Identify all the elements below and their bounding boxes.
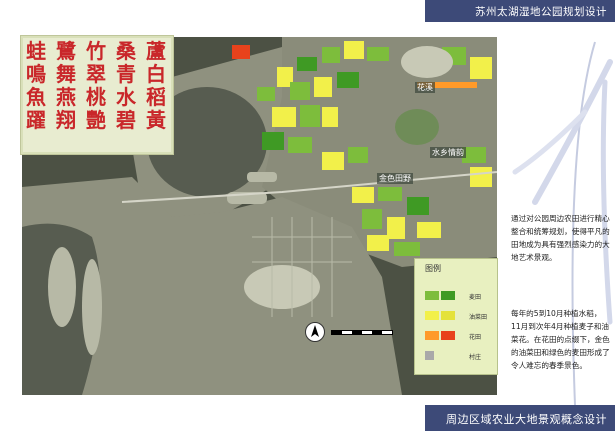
legend-swatch-flower (425, 331, 455, 340)
north-arrow-icon (305, 322, 325, 342)
description-paragraph-2: 每年的5到10月种植水稻，11月到次年4月种植麦子和油菜花。在花田的点缀下，金色… (511, 309, 610, 370)
legend-label-village: 村庄 (469, 354, 482, 361)
poem-char: 青 (116, 62, 136, 86)
poem-char: 桑 (116, 39, 136, 63)
poem-char: 蘆 (146, 39, 166, 63)
map-label-jinse: 金色田野 (377, 173, 413, 184)
legend-swatch-wheat (425, 291, 455, 300)
scale-bar (331, 330, 393, 335)
legend-label-wheat: 麦田 (469, 294, 482, 301)
poem-poster: 蘆 白 稻 黃 桑 青 水 碧 竹 翠 桃 艷 鷺 舞 燕 翔 蛙 鳴 魚 躍 (20, 35, 174, 155)
poem-column-2: 桑 青 水 碧 (113, 40, 139, 132)
legend-label-flower: 花田 (469, 334, 482, 341)
poem-char: 鳴 (26, 62, 46, 86)
poem-column-5: 蛙 鳴 魚 躍 (23, 40, 49, 132)
poem-char: 艷 (86, 108, 106, 132)
description-paragraph-1: 通过对公园周边农田进行精心整合和统筹规划，使得平凡的田地成为具有强烈感染力的大地… (511, 214, 610, 262)
map-label-huaxi: 花溪 (415, 82, 435, 93)
poem-char: 翠 (86, 62, 106, 86)
poem-char: 翔 (56, 108, 76, 132)
map-legend: 图例 麦田 油菜田 花田 村庄 (414, 258, 498, 375)
poem-column-3: 竹 翠 桃 艷 (83, 40, 109, 132)
map-label-shuixiang: 水乡情韵 (430, 147, 466, 158)
footer-bar: 周边区域农业大地景观概念设计 (425, 405, 615, 431)
poem-char: 黃 (146, 108, 166, 132)
legend-title: 图例 (425, 264, 441, 273)
poem-column-4: 鷺 舞 燕 翔 (53, 40, 79, 132)
footer-title: 周边区域农业大地景观概念设计 (446, 413, 607, 426)
poem-char: 白 (146, 62, 166, 86)
poem-char: 魚 (26, 85, 46, 109)
poem-char: 竹 (86, 39, 106, 63)
header-bar: 苏州太湖湿地公园规划设计 (425, 0, 615, 22)
poem-char: 稻 (146, 85, 166, 109)
header-title: 苏州太湖湿地公园规划设计 (475, 6, 607, 18)
poem-char: 碧 (116, 108, 136, 132)
poem-char: 水 (116, 85, 136, 109)
legend-swatch-rape (425, 311, 455, 320)
legend-label-rape: 油菜田 (469, 314, 488, 321)
poem-char: 桃 (86, 85, 106, 109)
poem-char: 舞 (56, 62, 76, 86)
poem-column-1: 蘆 白 稻 黃 (143, 40, 169, 132)
poem-char: 躍 (26, 108, 46, 132)
legend-swatch-village (425, 351, 455, 360)
poem-char: 蛙 (26, 39, 46, 63)
poem-char: 鷺 (56, 39, 76, 63)
poem-char: 燕 (56, 85, 76, 109)
